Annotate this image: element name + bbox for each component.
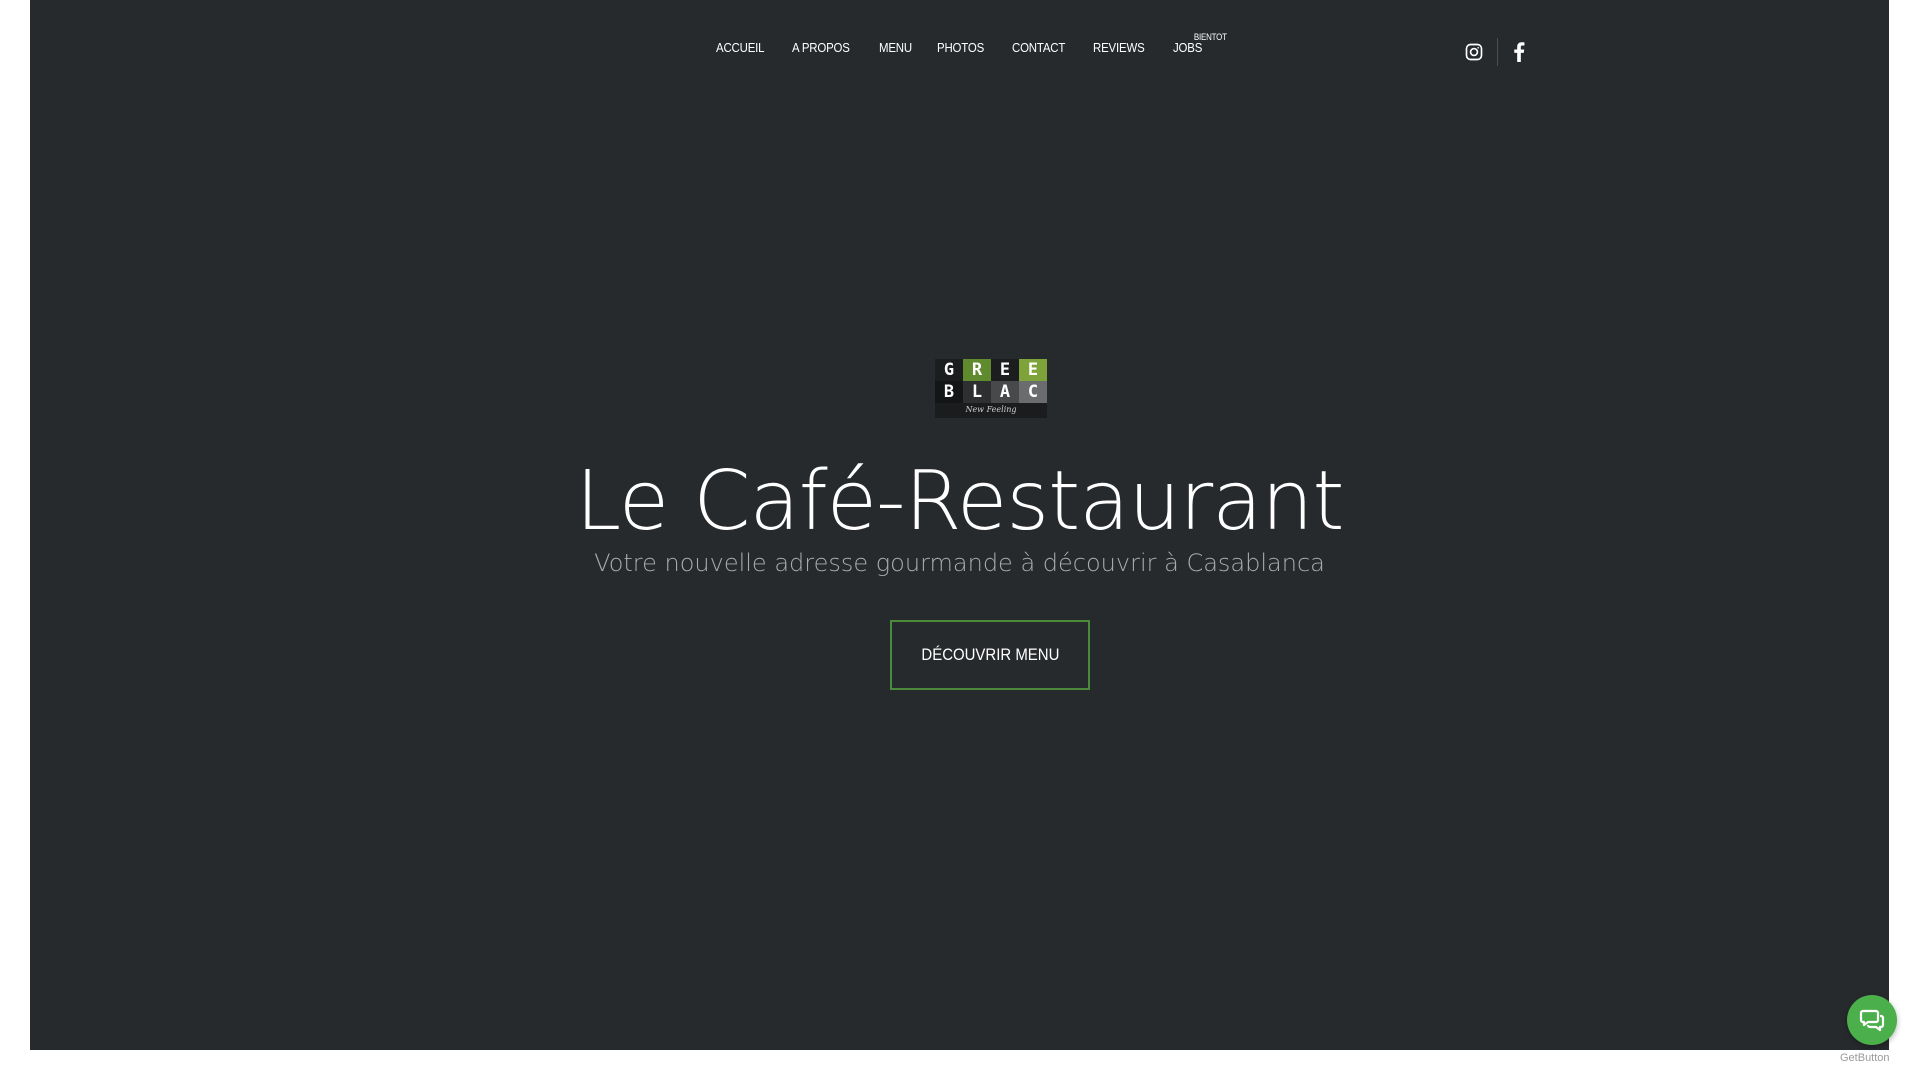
discover-menu-button[interactable]: DÉCOUVRIR MENU xyxy=(890,620,1090,690)
logo-row-green: G R E E xyxy=(935,359,1047,381)
logo-letter: A xyxy=(991,381,1019,403)
logo-row-black: B L A C xyxy=(935,381,1047,403)
instagram-icon[interactable] xyxy=(1461,39,1487,65)
green-black-logo: G R E E B L A C New Feeling xyxy=(935,359,1047,418)
nav-link-menu[interactable]: MENU xyxy=(879,40,912,55)
discover-menu-label: DÉCOUVRIR MENU xyxy=(921,645,1059,664)
nav-link-a-propos[interactable]: A PROPOS xyxy=(792,40,850,55)
nav-link-photos[interactable]: PHOTOS xyxy=(937,40,984,55)
nav-link-jobs-label: JOBS xyxy=(1172,40,1202,55)
logo-letter: C xyxy=(1019,381,1047,403)
logo-letter: E xyxy=(1019,359,1047,381)
logo-letter: B xyxy=(935,381,963,403)
logo-letter: L xyxy=(963,381,991,403)
nav-links: ACCUEIL A PROPOS MENU PHOTOS CONTACT REV… xyxy=(716,32,1227,55)
social-divider xyxy=(1497,38,1498,66)
logo-letter: G xyxy=(935,359,963,381)
hero-subtitle: Votre nouvelle adresse gourmande à décou… xyxy=(594,549,1325,577)
nav-link-contact[interactable]: CONTACT xyxy=(1012,40,1065,55)
nav-link-reviews[interactable]: REVIEWS xyxy=(1093,40,1145,55)
facebook-icon[interactable] xyxy=(1506,39,1532,65)
main-nav: ACCUEIL A PROPOS MENU PHOTOS CONTACT REV… xyxy=(30,32,1889,55)
logo-letter: E xyxy=(991,359,1019,381)
logo-letter: R xyxy=(963,359,991,381)
nav-link-jobs[interactable]: JOBS BIENTOT xyxy=(1172,32,1227,55)
jobs-badge: BIENTOT xyxy=(1193,32,1227,42)
social-links xyxy=(1461,38,1532,66)
hero-title: Le Café-Restaurant xyxy=(575,454,1344,549)
getbutton-credit[interactable]: GetButton xyxy=(1840,1052,1890,1064)
hero-section: ACCUEIL A PROPOS MENU PHOTOS CONTACT REV… xyxy=(30,0,1889,1050)
chat-button[interactable] xyxy=(1847,995,1897,1045)
nav-link-accueil[interactable]: ACCUEIL xyxy=(716,40,765,55)
chat-icon xyxy=(1859,1009,1885,1032)
logo-tagline: New Feeling xyxy=(965,405,1017,414)
